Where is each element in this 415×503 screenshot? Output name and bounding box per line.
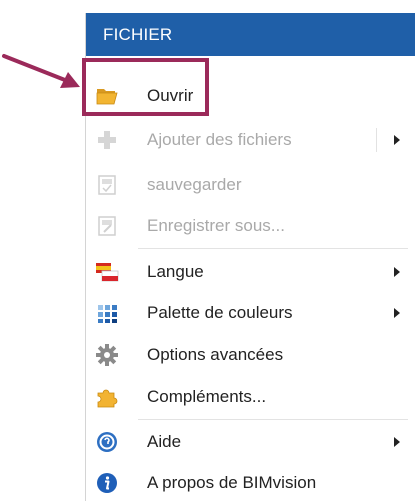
menu-item-help[interactable]: Aide <box>86 422 415 462</box>
menu-item-label: Palette de couleurs <box>147 303 293 322</box>
submenu-separator <box>376 128 377 152</box>
chevron-right-icon <box>394 437 400 447</box>
annotation-arrow <box>2 54 80 88</box>
menu-item-label: sauvegarder <box>147 175 242 194</box>
chevron-right-icon <box>394 135 400 145</box>
menu-item-label: A propos de BIMvision <box>147 473 317 492</box>
add-files-icon <box>95 128 119 152</box>
menu-divider <box>138 419 408 420</box>
language-flag-icon <box>95 260 119 284</box>
color-palette-icon <box>95 301 119 325</box>
menu-item-label: Options avancées <box>147 345 284 364</box>
save-icon <box>95 173 119 197</box>
menu-item-save-as[interactable]: Enregistrer sous... <box>86 206 415 246</box>
gear-icon <box>95 343 119 367</box>
info-icon <box>95 471 119 495</box>
menu-item-label: Aide <box>147 432 182 451</box>
menu-item-color-palette[interactable]: Palette de couleurs <box>86 293 415 333</box>
menu-item-add-files[interactable]: Ajouter des fichiers <box>86 120 415 160</box>
menu-item-label: Enregistrer sous... <box>147 216 285 235</box>
menu-item-label: Compléments... <box>147 387 267 406</box>
menu-item-label: Ajouter des fichiers <box>147 130 292 149</box>
menu-header: FICHIER <box>86 13 415 56</box>
menu-item-label: Langue <box>147 262 204 281</box>
highlight-box <box>82 58 209 116</box>
menu-divider <box>138 248 408 249</box>
help-icon <box>95 430 119 454</box>
chevron-right-icon <box>394 308 400 318</box>
puzzle-icon <box>95 385 119 409</box>
chevron-right-icon <box>394 267 400 277</box>
menu-item-save[interactable]: sauvegarder <box>86 165 415 205</box>
menu-item-plugins[interactable]: Compléments... <box>86 377 415 417</box>
save-as-icon <box>95 214 119 238</box>
menu-item-advanced-options[interactable]: Options avancées <box>86 335 415 375</box>
menu-item-about[interactable]: A propos de BIMvision <box>86 463 415 503</box>
menu-item-language[interactable]: Langue <box>86 252 415 292</box>
